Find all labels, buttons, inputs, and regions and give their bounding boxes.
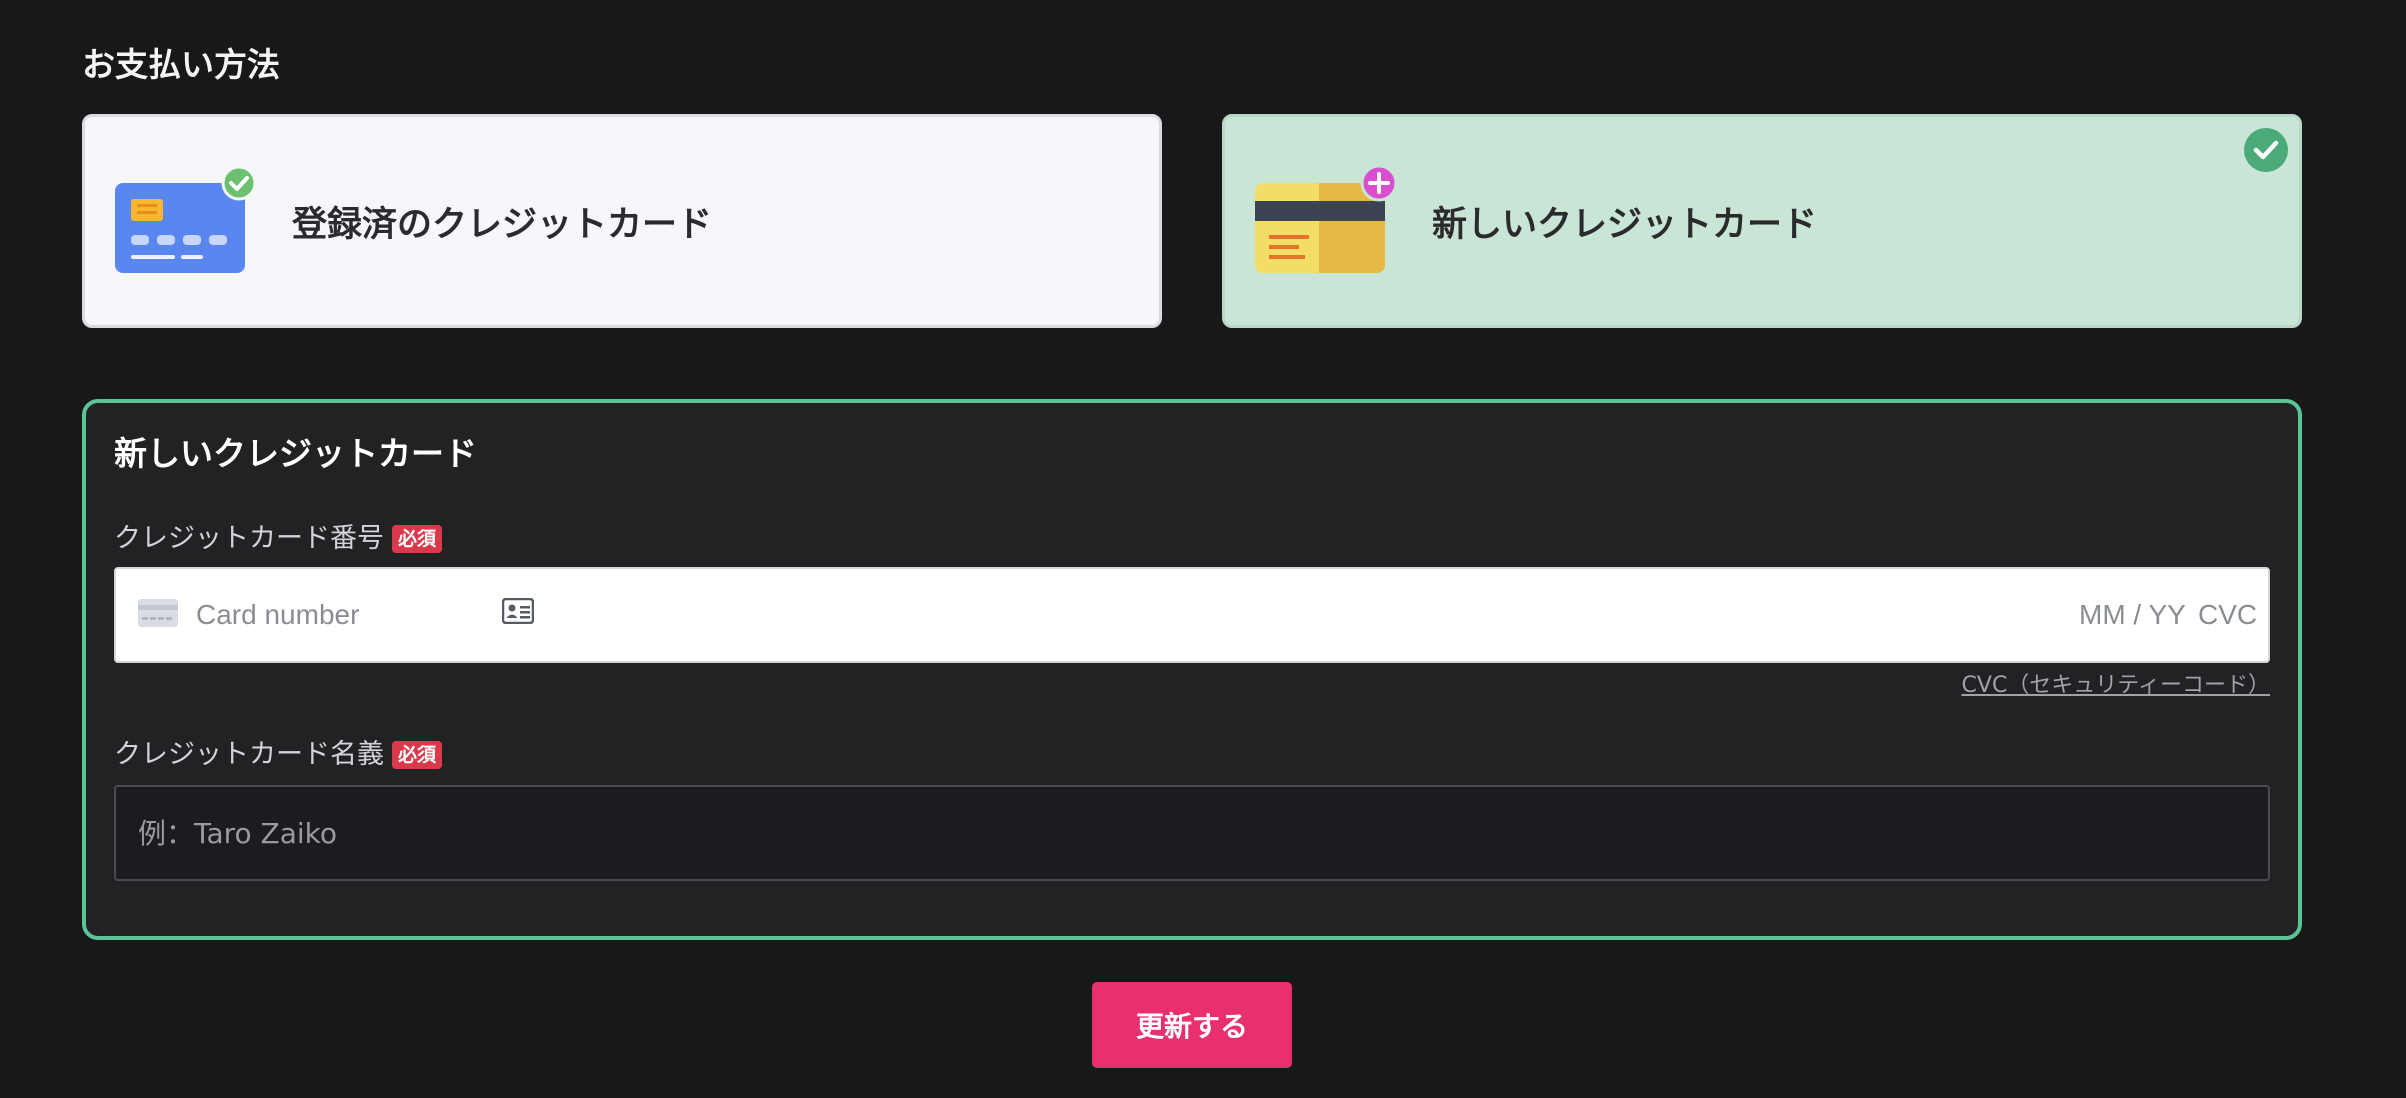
card-number-label-row: クレジットカード番号 必須 <box>114 519 443 559</box>
new-card-option[interactable]: 新しいクレジットカード <box>1222 114 2302 328</box>
card-holder-input[interactable] <box>114 785 2270 881</box>
form-title: 新しいクレジットカード <box>114 434 477 473</box>
card-holder-label: クレジットカード名義 <box>114 739 384 770</box>
card-number-placeholder[interactable]: Card number <box>196 569 359 661</box>
credit-card-icon <box>115 167 255 273</box>
new-card-label: 新しいクレジットカード <box>1432 204 1818 245</box>
selected-check-icon <box>2244 128 2288 172</box>
update-button[interactable]: 更新する <box>1092 982 1292 1068</box>
contact-card-icon[interactable] <box>502 598 534 624</box>
registered-card-label: 登録済のクレジットカード <box>292 204 713 245</box>
card-holder-label-row: クレジットカード名義 必須 <box>114 735 443 775</box>
new-card-form: 新しいクレジットカード クレジットカード番号 必須 Card number MM… <box>82 399 2302 940</box>
section-title: お支払い方法 <box>82 45 280 84</box>
registered-card-option[interactable]: 登録済のクレジットカード <box>82 114 1162 328</box>
card-number-label: クレジットカード番号 <box>114 523 384 554</box>
cvc-placeholder[interactable]: CVC <box>2198 569 2257 661</box>
expiry-placeholder[interactable]: MM / YY <box>2079 569 2186 661</box>
required-badge: 必須 <box>392 741 443 769</box>
card-number-field[interactable]: Card number MM / YY CVC <box>114 567 2270 663</box>
add-credit-card-icon <box>1255 167 1395 273</box>
card-brand-icon <box>138 599 178 627</box>
cvc-help-link[interactable]: CVC（セキュリティーコード） <box>1962 671 2270 701</box>
required-badge: 必須 <box>392 525 443 553</box>
